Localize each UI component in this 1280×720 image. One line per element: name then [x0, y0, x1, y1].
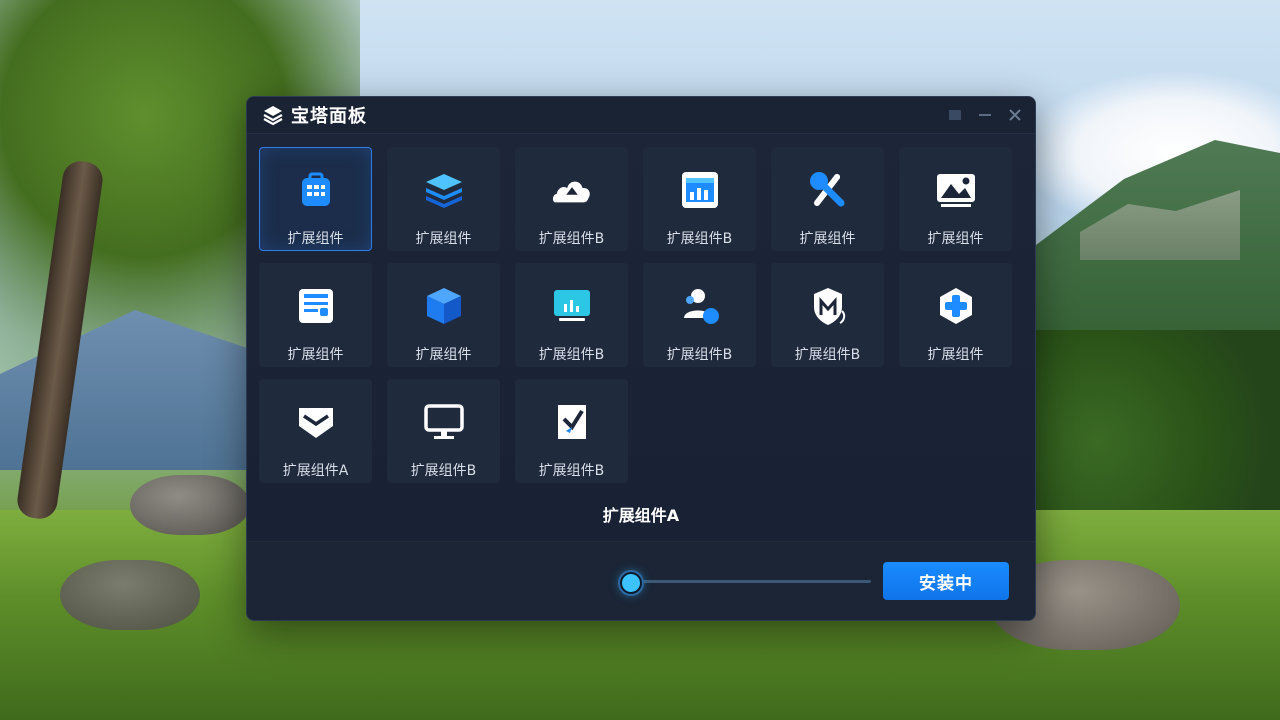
installer-window: 宝塔面板 扩展组件 扩展组件 扩展组件B 扩展组件B 扩展组件 扩展组件 扩展组… [246, 96, 1036, 621]
extension-tile[interactable]: 扩展组件A [259, 379, 372, 483]
tile-label: 扩展组件 [415, 231, 472, 247]
tile-label: 扩展组件 [799, 231, 856, 247]
extension-tile[interactable]: 扩展组件 [899, 147, 1012, 251]
tile-label: 扩展组件 [415, 347, 472, 363]
users-icon [678, 284, 722, 328]
cube-icon [422, 284, 466, 328]
tile-label: 扩展组件 [287, 231, 344, 247]
tile-label: 扩展组件B [538, 231, 605, 247]
extension-tile[interactable]: 扩展组件B [643, 147, 756, 251]
toolbox-icon [294, 168, 338, 212]
medical-plus-icon [934, 284, 978, 328]
restore-icon[interactable] [947, 107, 963, 123]
badge-chevron-icon [294, 400, 338, 444]
extension-tile[interactable]: 扩展组件 [899, 263, 1012, 367]
extension-tile[interactable]: 扩展组件B [387, 379, 500, 483]
progress-knob [620, 572, 642, 594]
app-title: 宝塔面板 [291, 106, 367, 127]
extension-tile[interactable]: 扩展组件B [515, 147, 628, 251]
shield-icon [806, 284, 850, 328]
tile-label: 扩展组件 [287, 347, 344, 363]
tile-label: 扩展组件B [410, 463, 477, 479]
current-install-item: 扩展组件A [602, 506, 680, 525]
tile-label: 扩展组件B [538, 347, 605, 363]
tile-label: 扩展组件A [282, 463, 349, 479]
minimize-icon[interactable] [977, 107, 993, 123]
install-progress-bar [620, 572, 871, 594]
desktop-monitor-icon [422, 400, 466, 444]
image-gallery-icon [934, 168, 978, 212]
footer-bar: 安装中 [247, 541, 1035, 620]
tile-label: 扩展组件B [666, 231, 733, 247]
tile-label: 扩展组件B [538, 463, 605, 479]
layers-icon [422, 168, 466, 212]
extension-tile[interactable]: 扩展组件B [515, 263, 628, 367]
dashboard-chart-icon [678, 168, 722, 212]
edit-brush-icon [550, 400, 594, 444]
rock [60, 560, 200, 630]
title-bar[interactable]: 宝塔面板 [247, 97, 1035, 134]
close-icon[interactable] [1007, 107, 1023, 123]
extension-tile[interactable]: 扩展组件B [643, 263, 756, 367]
tile-label: 扩展组件B [794, 347, 861, 363]
extension-tile[interactable]: 扩展组件B [771, 263, 884, 367]
tile-label: 扩展组件B [666, 347, 733, 363]
tools-icon [806, 168, 850, 212]
extension-tile[interactable]: 扩展组件 [387, 147, 500, 251]
app-logo-icon [261, 103, 285, 127]
tile-label: 扩展组件 [927, 347, 984, 363]
form-document-icon [294, 284, 338, 328]
extension-grid: 扩展组件 扩展组件 扩展组件B 扩展组件B 扩展组件 扩展组件 扩展组件 扩展组… [259, 147, 1012, 483]
rock [130, 475, 250, 535]
extension-tile[interactable]: 扩展组件 [387, 263, 500, 367]
extension-tile[interactable]: 扩展组件 [259, 263, 372, 367]
extension-tile[interactable]: 扩展组件B [515, 379, 628, 483]
cloud-icon [550, 168, 594, 212]
tile-label: 扩展组件 [927, 231, 984, 247]
extension-tile[interactable]: 扩展组件 [771, 147, 884, 251]
extension-tile[interactable]: 扩展组件 [259, 147, 372, 251]
install-button[interactable]: 安装中 [883, 562, 1009, 600]
window-controls [947, 107, 1023, 123]
monitor-stats-icon [550, 284, 594, 328]
